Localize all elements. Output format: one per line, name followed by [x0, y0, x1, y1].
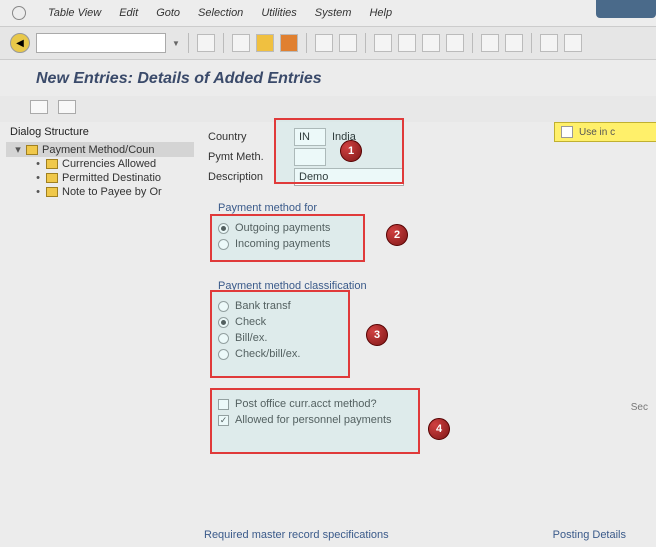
radio-icon[interactable] — [218, 301, 229, 312]
tree-item-label: Note to Payee by Or — [62, 186, 162, 198]
corner-badge — [596, 0, 656, 18]
radio-label: Incoming payments — [235, 238, 330, 250]
toolbar: ◀ ▼ — [0, 27, 656, 60]
check-label: Post office curr.acct method? — [235, 398, 377, 410]
menubar: Table View Edit Goto Selection Utilities… — [0, 0, 656, 27]
description-label: Description — [208, 171, 288, 183]
tree-bullet-icon: • — [34, 158, 42, 170]
use-in-label: Use in c — [579, 127, 615, 138]
back-icon[interactable] — [232, 34, 250, 52]
radio-bill-ex[interactable]: Bill/ex. — [218, 330, 638, 346]
radio-label: Outgoing payments — [235, 222, 330, 234]
checkbox-icon[interactable] — [218, 399, 229, 410]
radio-outgoing[interactable]: Outgoing payments — [218, 220, 638, 236]
cancel-icon[interactable] — [280, 34, 298, 52]
tool-icon[interactable] — [505, 34, 523, 52]
radio-check[interactable]: Check — [218, 314, 638, 330]
tree-item-label: Payment Method/Coun — [42, 144, 155, 156]
check-label: Allowed for personnel payments — [235, 414, 392, 426]
folder-icon — [46, 173, 58, 183]
radio-icon[interactable] — [218, 239, 229, 250]
callout-2: 2 — [386, 224, 408, 246]
toolbar-separator — [531, 33, 532, 53]
country-label: Country — [208, 131, 288, 143]
radio-label: Check — [235, 316, 266, 328]
tree-bullet-icon: • — [34, 186, 42, 198]
tree-item-payment-method-country[interactable]: ▾ Payment Method/Coun — [6, 142, 194, 157]
radio-label: Bank transf — [235, 300, 291, 312]
use-in-company-box[interactable]: Use in c — [554, 122, 656, 142]
radio-icon[interactable] — [218, 223, 229, 234]
callout-3: 3 — [366, 324, 388, 346]
menu-goto[interactable]: Goto — [156, 7, 180, 19]
help-icon[interactable] — [540, 34, 558, 52]
tree-item-label: Currencies Allowed — [62, 158, 156, 170]
posting-details-title: Posting Details — [553, 529, 626, 541]
form-panel: Use in c Country India Pymt Meth. Descri… — [200, 122, 656, 547]
radio-icon[interactable] — [218, 317, 229, 328]
sub-toolbar — [0, 96, 656, 122]
tree-item-note-to-payee[interactable]: • Note to Payee by Or — [6, 185, 194, 199]
menu-help[interactable]: Help — [369, 7, 392, 19]
folder-icon — [26, 145, 38, 155]
radio-incoming[interactable]: Incoming payments — [218, 236, 638, 252]
menu-edit[interactable]: Edit — [119, 7, 138, 19]
app-menu-icon[interactable] — [12, 6, 26, 20]
radio-bank-transf[interactable]: Bank transf — [218, 298, 638, 314]
menu-system[interactable]: System — [315, 7, 352, 19]
tool-icon[interactable] — [398, 34, 416, 52]
payment-method-class-title: Payment method classification — [218, 280, 638, 292]
menu-table-view[interactable]: Table View — [48, 7, 101, 19]
checkbox-icon[interactable] — [218, 415, 229, 426]
tool-icon[interactable] — [481, 34, 499, 52]
tool-icon[interactable] — [374, 34, 392, 52]
radio-label: Check/bill/ex. — [235, 348, 300, 360]
back-button[interactable]: ◀ — [10, 33, 30, 53]
folder-icon — [46, 187, 58, 197]
save-icon[interactable] — [197, 34, 215, 52]
tree-title: Dialog Structure — [6, 126, 194, 138]
toolbar-separator — [188, 33, 189, 53]
payment-method-for-title: Payment method for — [218, 202, 638, 214]
tool-icon[interactable] — [422, 34, 440, 52]
required-master-title: Required master record specifications — [204, 529, 389, 541]
toolbar-separator — [306, 33, 307, 53]
dialog-structure-tree: Dialog Structure ▾ Payment Method/Coun •… — [0, 122, 200, 547]
exit-icon[interactable] — [256, 34, 274, 52]
description-input[interactable] — [294, 168, 404, 186]
tree-bullet-icon: • — [34, 172, 42, 184]
expand-icon[interactable] — [30, 100, 48, 114]
folder-icon — [46, 159, 58, 169]
menu-utilities[interactable]: Utilities — [261, 7, 296, 19]
radio-icon[interactable] — [218, 349, 229, 360]
toolbar-separator — [223, 33, 224, 53]
find-icon[interactable] — [339, 34, 357, 52]
layout-icon[interactable] — [564, 34, 582, 52]
tree-item-permitted-dest[interactable]: • Permitted Destinatio — [6, 171, 194, 185]
country-code-input[interactable] — [294, 128, 326, 146]
tool-icon[interactable] — [446, 34, 464, 52]
radio-label: Bill/ex. — [235, 332, 267, 344]
tree-item-label: Permitted Destinatio — [62, 172, 161, 184]
menu-selection[interactable]: Selection — [198, 7, 243, 19]
radio-icon[interactable] — [218, 333, 229, 344]
toolbar-separator — [365, 33, 366, 53]
payment-method-input[interactable] — [294, 148, 326, 166]
check-post-office[interactable]: Post office curr.acct method? — [218, 396, 638, 412]
command-input[interactable] — [36, 33, 166, 53]
collapse-icon[interactable] — [58, 100, 76, 114]
callout-1: 1 — [340, 140, 362, 162]
radio-check-bill-ex[interactable]: Check/bill/ex. — [218, 346, 638, 362]
callout-4: 4 — [428, 418, 450, 440]
tree-item-currencies[interactable]: • Currencies Allowed — [6, 157, 194, 171]
tree-expander-icon[interactable]: ▾ — [14, 143, 22, 156]
toolbar-separator — [472, 33, 473, 53]
page-title: New Entries: Details of Added Entries — [0, 60, 656, 96]
side-label: Sec — [631, 402, 648, 413]
checkbox-icon[interactable] — [561, 126, 573, 138]
print-icon[interactable] — [315, 34, 333, 52]
payment-method-label: Pymt Meth. — [208, 151, 288, 163]
